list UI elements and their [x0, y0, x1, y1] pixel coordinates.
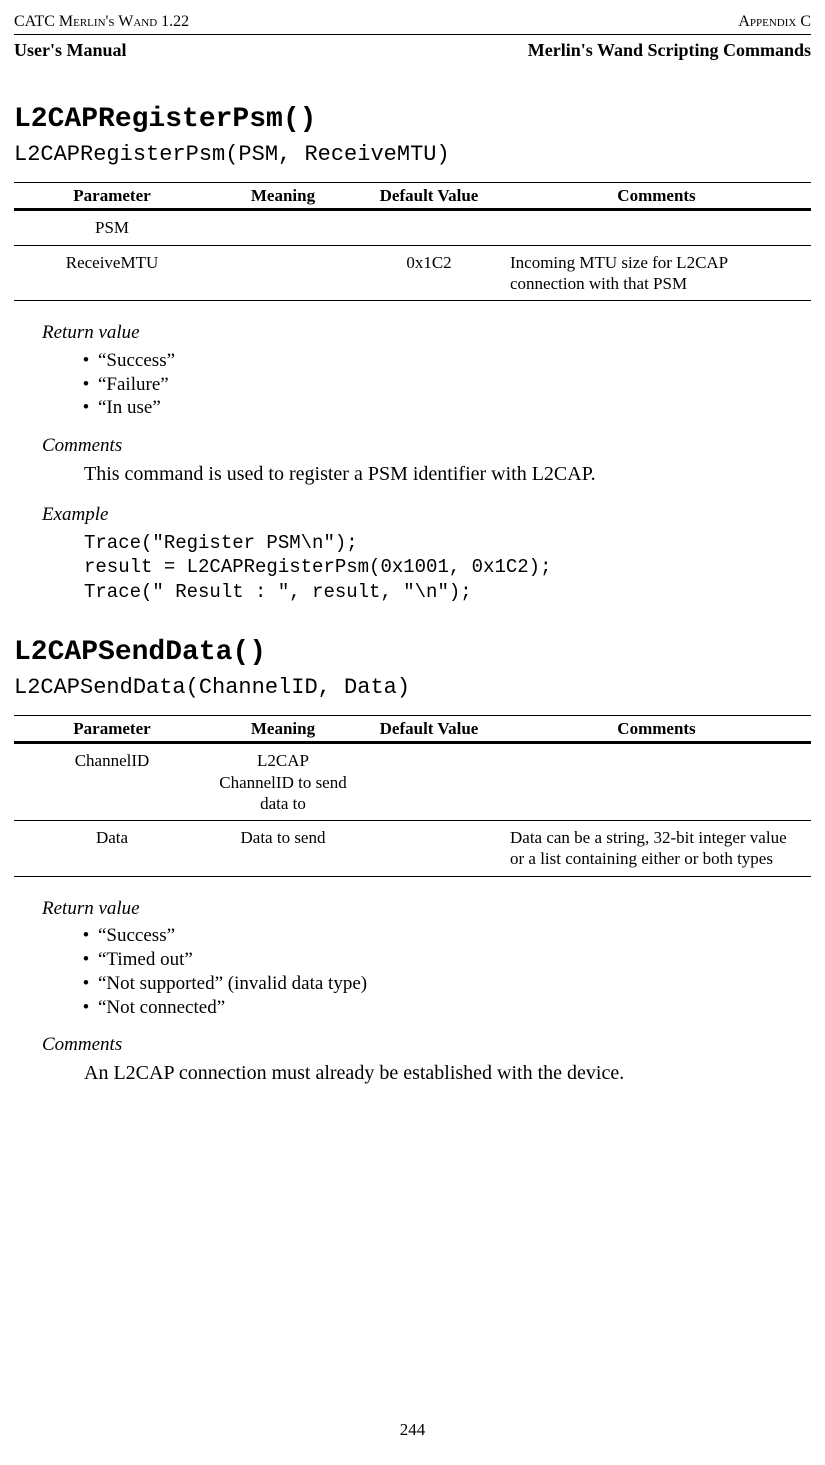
cmd1-example-label: Example — [42, 503, 811, 527]
page-number: 244 — [0, 1419, 825, 1440]
list-item: “Success” — [74, 349, 811, 373]
th-meaning: Meaning — [210, 183, 356, 210]
cmd1-return-list: “Success” “Failure” “In use” — [74, 349, 811, 420]
header-appendix: Appendix C — [738, 12, 811, 32]
cmd2-signature: L2CAPSendData(ChannelID, Data) — [14, 674, 811, 702]
cmd1-comments-body: This command is used to register a PSM i… — [84, 462, 811, 487]
cell-default — [356, 743, 502, 821]
list-item: “Timed out” — [74, 948, 811, 972]
cell-comments: Incoming MTU size for L2CAP connection w… — [502, 245, 811, 301]
th-param: Parameter — [14, 716, 210, 743]
list-item: “Not connected” — [74, 996, 811, 1020]
cmd2-return-list: “Success” “Timed out” “Not supported” (i… — [74, 924, 811, 1019]
header-usermanual: User's Manual — [14, 39, 127, 62]
list-item: “Success” — [74, 924, 811, 948]
cmd1-signature: L2CAPRegisterPsm(PSM, ReceiveMTU) — [14, 141, 811, 169]
header-section: Merlin's Wand Scripting Commands — [528, 39, 811, 62]
cell-param: ReceiveMTU — [14, 245, 210, 301]
cmd2-title: L2CAPSendData() — [14, 635, 811, 670]
cmd1-param-table: Parameter Meaning Default Value Comments… — [14, 182, 811, 301]
th-default: Default Value — [356, 716, 502, 743]
th-default: Default Value — [356, 183, 502, 210]
cmd1-comments-label: Comments — [42, 434, 811, 458]
list-item: “Failure” — [74, 373, 811, 397]
cell-param: Data — [14, 821, 210, 877]
table-row: ReceiveMTU 0x1C2 Incoming MTU size for L… — [14, 245, 811, 301]
cmd1-return-label: Return value — [42, 321, 811, 345]
page-header-row2: User's Manual Merlin's Wand Scripting Co… — [14, 39, 811, 62]
list-item: “Not supported” (invalid data type) — [74, 972, 811, 996]
cell-param: ChannelID — [14, 743, 210, 821]
cell-meaning — [210, 210, 356, 245]
cmd2-comments-body: An L2CAP connection must already be esta… — [84, 1061, 811, 1086]
cmd2-comments-label: Comments — [42, 1033, 811, 1057]
th-comments: Comments — [502, 183, 811, 210]
cmd1-title: L2CAPRegisterPsm() — [14, 102, 811, 137]
cmd1-example-code: Trace("Register PSM\n"); result = L2CAPR… — [84, 531, 811, 605]
header-product: CATC Merlin's Wand 1.22 — [14, 12, 189, 32]
cell-default: 0x1C2 — [356, 245, 502, 301]
cell-meaning: Data to send — [210, 821, 356, 877]
cell-meaning — [210, 245, 356, 301]
list-item: “In use” — [74, 396, 811, 420]
table-row: PSM — [14, 210, 811, 245]
cell-default — [356, 210, 502, 245]
cmd2-param-table: Parameter Meaning Default Value Comments… — [14, 715, 811, 877]
table-row: ChannelID L2CAP ChannelID to send data t… — [14, 743, 811, 821]
cell-comments — [502, 210, 811, 245]
cell-param: PSM — [14, 210, 210, 245]
th-meaning: Meaning — [210, 716, 356, 743]
cell-comments — [502, 743, 811, 821]
th-param: Parameter — [14, 183, 210, 210]
table-row: Data Data to send Data can be a string, … — [14, 821, 811, 877]
cmd2-return-label: Return value — [42, 897, 811, 921]
document-page: CATC Merlin's Wand 1.22 Appendix C User'… — [0, 0, 825, 1450]
cell-comments: Data can be a string, 32-bit integer val… — [502, 821, 811, 877]
page-header-row1: CATC Merlin's Wand 1.22 Appendix C — [14, 12, 811, 35]
cell-meaning: L2CAP ChannelID to send data to — [210, 743, 356, 821]
cell-default — [356, 821, 502, 877]
th-comments: Comments — [502, 716, 811, 743]
